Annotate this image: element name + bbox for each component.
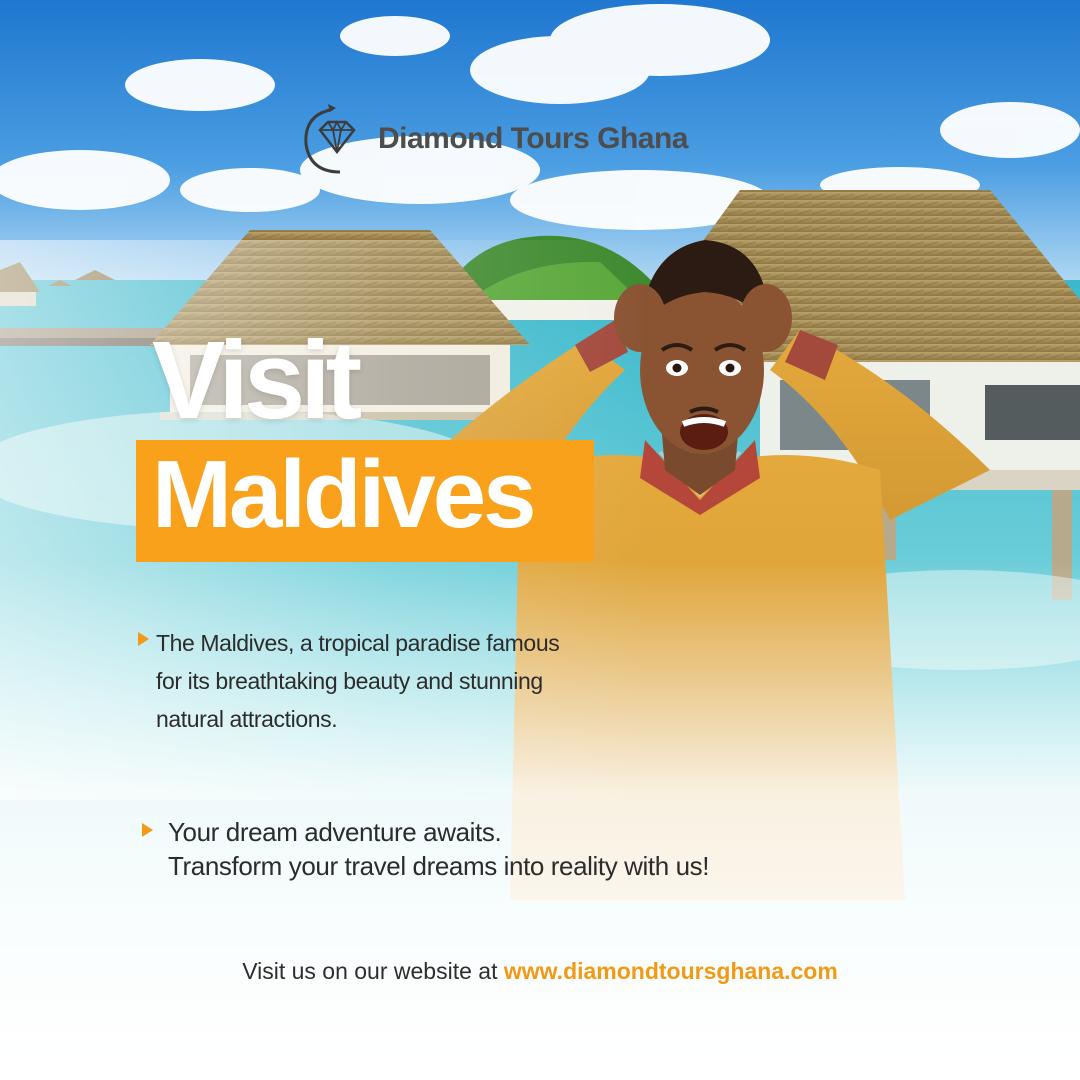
diamond-with-airplane-icon bbox=[304, 104, 356, 174]
triangle-bullet-icon bbox=[142, 823, 153, 837]
bullet-point: Your dream adventure awaits. Transform y… bbox=[142, 815, 710, 883]
headline-maldives: Maldives bbox=[152, 441, 537, 548]
website-callout: Visit us on our website at www.diamondto… bbox=[0, 958, 1080, 985]
bullet-point: The Maldives, a tropical paradise famous… bbox=[138, 624, 560, 738]
headline-highlight-box: Maldives bbox=[136, 440, 594, 562]
headline-visit: Visit bbox=[152, 319, 362, 442]
bullet-text: The Maldives, a tropical paradise famous… bbox=[156, 630, 560, 732]
bullet-text: Your dream adventure awaits. Transform y… bbox=[168, 817, 710, 881]
brand-logo: Diamond Tours Ghana bbox=[300, 100, 688, 178]
website-callout-text: Visit us on our website at bbox=[242, 958, 504, 984]
brand-name: Diamond Tours Ghana bbox=[378, 122, 688, 155]
triangle-bullet-icon bbox=[138, 632, 149, 646]
travel-poster: Diamond Tours Ghana Visit Maldives The M… bbox=[0, 0, 1080, 1080]
website-link[interactable]: www.diamondtoursghana.com bbox=[504, 958, 838, 984]
